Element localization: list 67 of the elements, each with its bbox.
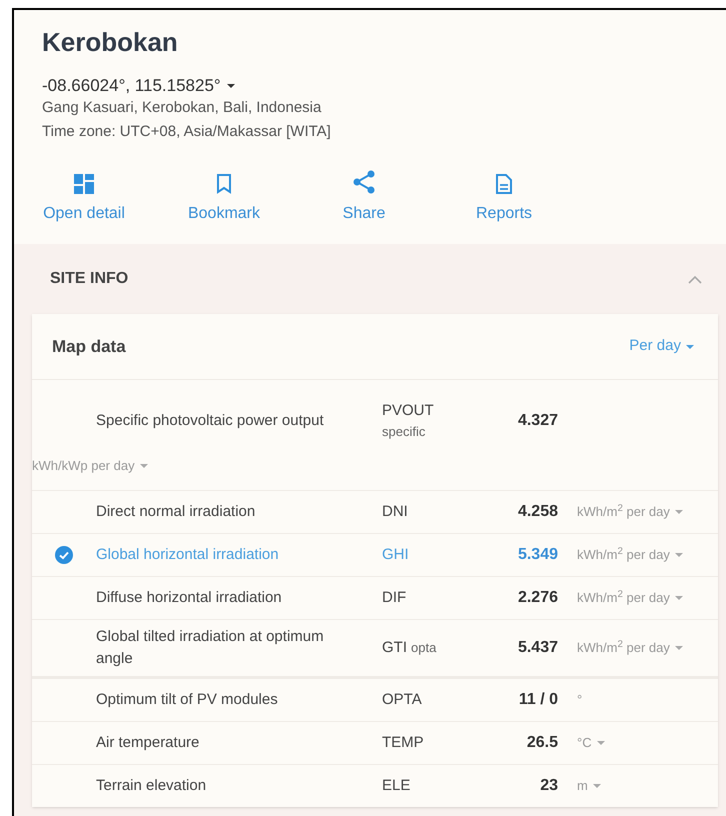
data-row[interactable]: Optimum tilt of PV modules OPTA 11 / 0 ° <box>32 678 718 720</box>
chevron-up-icon[interactable] <box>688 274 702 284</box>
period-dropdown[interactable]: Per day <box>629 335 694 358</box>
data-row[interactable]: Air temperature TEMP 26.5 °C <box>32 720 718 764</box>
caret-icon <box>674 646 683 650</box>
action-button[interactable]: Bookmark <box>164 170 284 226</box>
parameter-code: DNI <box>382 502 409 522</box>
unit-dropdown[interactable]: kWh/m$^{2}$ per day <box>577 638 683 658</box>
parameter-name: Diffuse horizontal irradiation <box>96 588 283 608</box>
unit-dropdown[interactable]: °C <box>577 732 605 752</box>
caret-icon <box>140 464 148 468</box>
code-suffix: opta <box>411 638 436 657</box>
parameter-name: Terrain elevation <box>96 776 208 796</box>
parameter-code: DIF <box>382 588 408 608</box>
caret-icon <box>596 740 605 744</box>
parameter-name: Global horizontal irradiation <box>96 544 280 564</box>
data-row[interactable]: Terrain elevation ELE 23 m <box>32 764 718 806</box>
unit-dropdown[interactable]: m <box>577 776 601 796</box>
action-button[interactable]: Open detail <box>24 170 144 226</box>
parameter-value: 5.349 <box>516 544 558 564</box>
parameter-name: Specific photovoltaic power output <box>96 411 325 431</box>
caret-icon <box>674 596 683 600</box>
parameter-code: PVOUT <box>382 401 435 421</box>
unit-dropdown[interactable]: kWh/kWp per day <box>32 456 148 476</box>
place-title: Kerobokan <box>42 26 179 58</box>
unit-dropdown[interactable]: kWh/m$^{2}$ per day <box>577 544 683 564</box>
unit-label: ° <box>577 690 582 709</box>
action-button[interactable]: Share <box>304 170 424 226</box>
caret-icon <box>226 84 235 88</box>
caret-icon <box>592 784 601 788</box>
parameter-value: 5.437 <box>516 638 558 658</box>
section-title: SITE INFO <box>50 269 128 289</box>
parameter-value: 26.5 <box>526 732 558 752</box>
caret-icon <box>674 510 683 514</box>
parameter-code: GHI <box>382 544 410 564</box>
code-suffix: specific <box>382 423 426 441</box>
card-title: Map data <box>52 336 126 358</box>
parameter-name: Air temperature <box>96 732 200 752</box>
parameter-name: Global tilted irradiation at optimum angle <box>96 626 325 668</box>
caret-icon <box>674 552 683 556</box>
parameter-code: ELE <box>382 776 412 796</box>
parameter-value: 4.327 <box>516 411 558 431</box>
data-row[interactable]: Global tilted irradiation at optimum angle GTI opta 5.437 kWh/m$^{2}$ per day <box>32 618 718 676</box>
dashboard-icon <box>74 174 94 194</box>
bookmark-icon <box>216 174 232 194</box>
parameter-name: Direct normal irradiation <box>96 502 256 522</box>
share-icon <box>353 170 375 194</box>
data-row[interactable]: Diffuse horizontal irradiation DIF 2.276 kWh/m$^{2}$ per day <box>32 576 718 618</box>
unit-dropdown[interactable]: kWh/m$^{2}$ per day <box>577 588 683 608</box>
document-icon <box>496 174 512 194</box>
data-row[interactable]: Direct normal irradiation DNI 4.258 kWh/m$^{2}$ per day <box>32 490 718 532</box>
unit-dropdown[interactable]: kWh/m$^{2}$ per day <box>577 502 683 522</box>
parameter-value: 4.258 <box>516 502 558 522</box>
time-zone-text: Time zone: UTC+08, Asia/Makassar [WITA] <box>42 122 332 142</box>
parameter-code: TEMP <box>382 732 425 752</box>
selected-data-row[interactable]: Global horizontal irradiation GHI 5.349 kWh/m$^{2}$ per day <box>32 532 718 576</box>
caret-icon <box>686 344 694 348</box>
parameter-value: 2.276 <box>516 588 558 608</box>
parameter-value: 23 <box>539 776 558 796</box>
parameter-code: GTI <box>382 638 407 658</box>
action-button[interactable]: Reports <box>444 170 564 226</box>
coordinates-dropdown[interactable]: -08.66024°, 115.15825° <box>42 76 235 96</box>
parameter-name: Optimum tilt of PV modules <box>96 690 279 710</box>
address-text: Gang Kasuari, Kerobokan, Bali, Indonesia <box>42 98 322 118</box>
check-circle-icon <box>55 546 73 564</box>
parameter-code: OPTA <box>382 690 423 710</box>
parameter-value: 11 / 0 <box>518 690 558 710</box>
